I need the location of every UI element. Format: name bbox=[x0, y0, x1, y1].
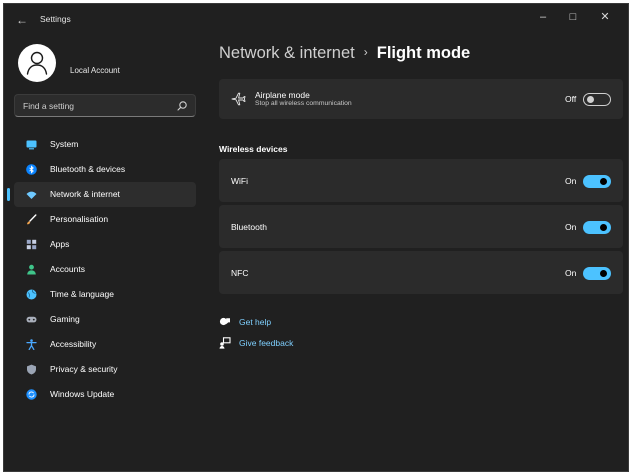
search-input[interactable]: Find a setting bbox=[14, 94, 196, 117]
sidebar-item-label: Personalisation bbox=[50, 214, 109, 224]
sidebar-item-network-internet[interactable]: Network & internet bbox=[7, 182, 196, 207]
bluetooth-card: Bluetooth On bbox=[219, 205, 623, 248]
close-button[interactable]: ✕ bbox=[594, 8, 616, 26]
gamepad-icon bbox=[26, 316, 37, 323]
settings-window: ← Settings – □ ✕ Local Account Find a se… bbox=[3, 3, 629, 472]
minimize-button[interactable]: – bbox=[532, 8, 554, 26]
sidebar-item-label: Time & language bbox=[50, 289, 114, 299]
sidebar-item-label: System bbox=[50, 139, 79, 149]
give-feedback-text: Give feedback bbox=[239, 338, 294, 348]
account-name: Local Account bbox=[70, 66, 120, 75]
wifi-card: WiFi On bbox=[219, 159, 623, 202]
person-icon bbox=[26, 51, 48, 75]
app-title: Settings bbox=[40, 14, 71, 24]
sidebar-item-apps[interactable]: Apps bbox=[14, 232, 196, 257]
sidebar-item-personalisation[interactable]: Personalisation bbox=[14, 207, 196, 232]
help-icon bbox=[219, 317, 230, 326]
person-icon bbox=[27, 264, 36, 275]
update-icon bbox=[26, 389, 37, 400]
account-profile[interactable]: Local Account bbox=[14, 44, 204, 84]
wifi-label: WiFi bbox=[231, 176, 248, 186]
bluetooth-toggle[interactable] bbox=[583, 221, 611, 234]
airplane-mode-title: Airplane mode bbox=[255, 90, 310, 100]
search-placeholder: Find a setting bbox=[23, 101, 75, 111]
nfc-card: NFC On bbox=[219, 251, 623, 294]
breadcrumb-parent[interactable]: Network & internet bbox=[219, 44, 355, 62]
wifi-toggle[interactable] bbox=[583, 175, 611, 188]
toggle-knob bbox=[600, 178, 607, 185]
apps-icon bbox=[26, 239, 37, 250]
breadcrumb: Network & internet › Flight mode bbox=[219, 44, 470, 63]
wifi-icon bbox=[26, 191, 37, 199]
sidebar-item-label: Gaming bbox=[50, 314, 80, 324]
globe-clock-icon bbox=[26, 289, 37, 300]
airplane-mode-card: Airplane mode Stop all wireless communic… bbox=[219, 79, 623, 119]
brush-icon bbox=[27, 214, 37, 225]
sidebar-item-bluetooth-devices[interactable]: Bluetooth & devices bbox=[14, 157, 196, 182]
sidebar-item-label: Network & internet bbox=[50, 189, 120, 199]
accessibility-icon bbox=[26, 339, 37, 350]
sidebar-item-system[interactable]: System bbox=[14, 132, 196, 157]
sidebar-item-label: Windows Update bbox=[50, 389, 115, 399]
sidebar-item-time-language[interactable]: Time & language bbox=[14, 282, 196, 307]
sidebar-item-windows-update[interactable]: Windows Update bbox=[14, 382, 196, 407]
wifi-state: On bbox=[565, 176, 577, 186]
sidebar-item-label: Accounts bbox=[50, 264, 85, 274]
sidebar-item-accounts[interactable]: Accounts bbox=[14, 257, 196, 282]
sidebar-item-accessibility[interactable]: Accessibility bbox=[14, 332, 196, 357]
airplane-mode-subtitle: Stop all wireless communication bbox=[255, 100, 352, 107]
sidebar: Local Account Find a setting System Blue… bbox=[4, 36, 209, 471]
wireless-devices-heading: Wireless devices bbox=[219, 144, 288, 154]
avatar bbox=[18, 44, 56, 82]
title-bar: ← Settings – □ ✕ bbox=[4, 4, 628, 36]
nfc-state: On bbox=[565, 268, 577, 278]
sidebar-item-label: Apps bbox=[50, 239, 70, 249]
airplane-mode-toggle[interactable] bbox=[583, 93, 611, 106]
sidebar-item-gaming[interactable]: Gaming bbox=[14, 307, 196, 332]
sidebar-nav: System Bluetooth & devices Network & int… bbox=[7, 132, 196, 407]
active-indicator bbox=[7, 188, 10, 201]
sidebar-item-label: Privacy & security bbox=[50, 364, 118, 374]
feedback-icon bbox=[219, 337, 231, 349]
back-button[interactable]: ← bbox=[14, 12, 30, 28]
get-help-text: Get help bbox=[239, 317, 272, 327]
monitor-icon bbox=[26, 140, 37, 150]
maximize-button[interactable]: □ bbox=[562, 8, 584, 26]
nfc-label: NFC bbox=[231, 268, 249, 278]
page-title: Flight mode bbox=[376, 44, 471, 62]
main-content: Network & internet › Flight mode Airplane … bbox=[209, 36, 628, 471]
airplane-mode-state: Off bbox=[565, 94, 577, 104]
bluetooth-icon bbox=[26, 164, 37, 175]
bluetooth-state: On bbox=[565, 222, 577, 232]
nfc-toggle[interactable] bbox=[583, 267, 611, 280]
airplane-icon bbox=[231, 92, 246, 106]
sidebar-item-label: Accessibility bbox=[50, 339, 97, 349]
breadcrumb-separator: › bbox=[363, 45, 368, 59]
search-icon bbox=[177, 101, 187, 111]
shield-icon bbox=[27, 364, 36, 375]
toggle-knob bbox=[600, 224, 607, 231]
sidebar-item-privacy-security[interactable]: Privacy & security bbox=[14, 357, 196, 382]
toggle-knob bbox=[587, 96, 594, 103]
sidebar-item-label: Bluetooth & devices bbox=[50, 164, 126, 174]
bluetooth-label: Bluetooth bbox=[231, 222, 267, 232]
toggle-knob bbox=[600, 270, 607, 277]
